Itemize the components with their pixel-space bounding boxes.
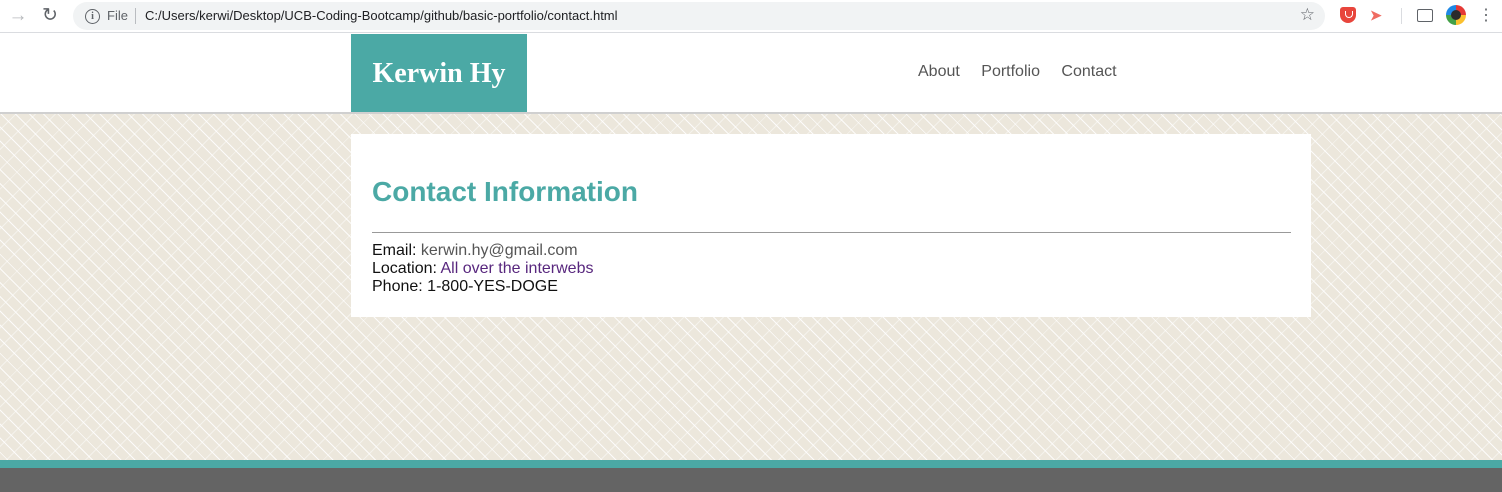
- nav-portfolio[interactable]: Portfolio: [981, 63, 1040, 80]
- email-value[interactable]: kerwin.hy@gmail.com: [421, 242, 578, 259]
- phone-row: Phone: 1-800-YES-DOGE: [372, 278, 593, 296]
- page-content: Kerwin Hy About Portfolio Contact Contac…: [0, 34, 1502, 492]
- location-row: Location: All over the interwebs: [372, 260, 593, 278]
- logo-text[interactable]: Kerwin Hy: [351, 34, 527, 112]
- toolbar-divider: [1401, 8, 1402, 24]
- location-label: Location:: [372, 260, 437, 277]
- contact-card: Contact Information Email: kerwin.hy@gma…: [351, 134, 1311, 317]
- url-text[interactable]: C:/Users/kerwi/Desktop/UCB-Coding-Bootca…: [145, 8, 618, 23]
- nav-about[interactable]: About: [918, 63, 960, 80]
- nav-contact[interactable]: Contact: [1061, 63, 1116, 80]
- address-bar[interactable]: i File C:/Users/kerwi/Desktop/UCB-Coding…: [73, 2, 1325, 30]
- shield-extension-icon[interactable]: [1340, 7, 1356, 23]
- scheme-label: File: [107, 8, 128, 23]
- location-value[interactable]: All over the interwebs: [441, 260, 594, 277]
- forward-icon[interactable]: →: [6, 5, 30, 27]
- info-icon[interactable]: i: [85, 9, 100, 24]
- address-divider: [135, 8, 136, 24]
- site-header: Kerwin Hy About Portfolio Contact: [0, 34, 1502, 114]
- menu-icon[interactable]: ⋮: [1478, 6, 1494, 26]
- cast-icon[interactable]: [1417, 9, 1433, 22]
- site-footer: [0, 468, 1502, 492]
- email-row: Email: kerwin.hy@gmail.com: [372, 242, 593, 260]
- arrow-extension-icon[interactable]: ➤: [1370, 7, 1386, 23]
- contact-details: Email: kerwin.hy@gmail.com Location: All…: [372, 242, 593, 296]
- site-logo[interactable]: Kerwin Hy: [351, 34, 527, 112]
- reload-icon[interactable]: ↻: [38, 5, 62, 27]
- footer-accent-bar: [0, 460, 1502, 468]
- main-nav: About Portfolio Contact: [918, 63, 1134, 81]
- star-icon[interactable]: ☆: [1300, 5, 1315, 25]
- phone-value: 1-800-YES-DOGE: [427, 278, 558, 295]
- page-title: Contact Information: [372, 176, 638, 207]
- phone-label: Phone:: [372, 278, 423, 295]
- browser-toolbar: → ↻ i File C:/Users/kerwi/Desktop/UCB-Co…: [0, 0, 1502, 33]
- email-label: Email:: [372, 242, 417, 259]
- profile-avatar[interactable]: [1446, 5, 1466, 25]
- divider: [372, 232, 1291, 233]
